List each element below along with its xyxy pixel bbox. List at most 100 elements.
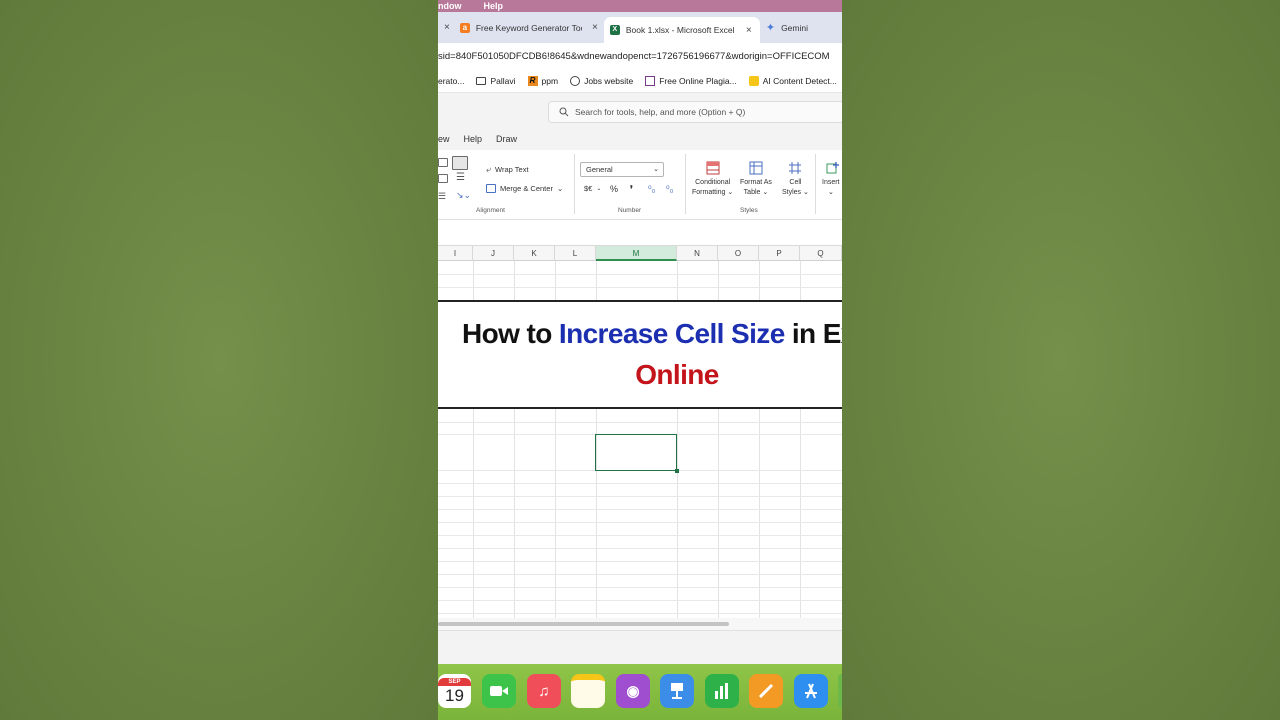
format-as-table-button[interactable]: Format As Table ⌄ — [740, 161, 772, 198]
column-header-m[interactable]: M — [596, 246, 677, 261]
browser-tab-strip: × a Free Keyword Generator Tool × X Book… — [438, 12, 842, 43]
grid-line — [438, 613, 842, 614]
title-part: in Ex — [791, 318, 842, 349]
ribbon-separator — [574, 154, 575, 214]
currency-label: $€ — [584, 184, 593, 193]
tab-title: Book 1.xlsx - Microsoft Excel — [625, 25, 735, 35]
column-header-i[interactable]: I — [438, 246, 473, 261]
bookmark-plagiarism[interactable]: Free Online Plagia... — [645, 76, 737, 86]
insert-button[interactable]: Insert ⌄ — [822, 161, 840, 198]
column-header-q[interactable]: Q — [800, 246, 842, 261]
bookmark-label: erato... — [438, 76, 465, 86]
column-header-p[interactable]: P — [759, 246, 800, 261]
bookmark-jobs[interactable]: Jobs website — [570, 76, 633, 86]
bookmark-generator[interactable]: erato... — [438, 76, 464, 86]
bookmark-ppm[interactable]: R ppm — [527, 76, 558, 86]
column-header-n[interactable]: N — [677, 246, 718, 261]
title-highlight: Increase Cell Size — [558, 318, 785, 349]
search-input[interactable]: Search for tools, help, and more (Option… — [548, 101, 842, 123]
chevron-down-icon: ⌄ — [556, 184, 564, 193]
insert-label: Insert — [822, 179, 840, 186]
format-as-table-icon — [749, 161, 763, 175]
wrap-text-button[interactable]: ⤶ Wrap Text — [486, 164, 529, 175]
pen-icon — [758, 683, 774, 699]
bookmarks-bar: erato... Pallavi R ppm Jobs website Free… — [438, 70, 842, 92]
column-header-j[interactable]: J — [473, 246, 514, 261]
ahrefs-icon: a — [459, 22, 470, 33]
cell-styles-button[interactable]: Cell Styles ⌄ — [782, 161, 809, 198]
gemini-icon: ✦ — [765, 22, 776, 34]
tab-keyword-generator[interactable]: a Free Keyword Generator Tool × — [454, 15, 604, 41]
horizontal-scrollbar[interactable] — [438, 618, 842, 630]
ribbon-tabs: ew Help Draw — [438, 128, 842, 150]
cell-styles-label-1: Cell — [789, 179, 802, 186]
column-header-o[interactable]: O — [718, 246, 759, 261]
orientation-icon[interactable]: ↘⌄ — [456, 190, 471, 201]
align-bottom-icon[interactable] — [452, 156, 468, 170]
globe-icon — [570, 76, 581, 86]
selected-cell[interactable] — [595, 434, 677, 471]
column-header-k[interactable]: K — [514, 246, 555, 261]
notes-app-icon[interactable] — [571, 674, 605, 708]
conditional-formatting-icon — [706, 161, 720, 175]
close-icon[interactable]: × — [592, 22, 598, 33]
grid-line — [438, 509, 842, 510]
tab-help[interactable]: Help — [464, 134, 483, 144]
music-app-icon[interactable]: ♫ — [527, 674, 561, 708]
calendar-app-icon[interactable]: SEP 19 — [438, 674, 471, 708]
decrease-decimal-icon[interactable]: ⁰₀ — [666, 184, 673, 195]
video-background-right — [842, 0, 1280, 720]
close-icon[interactable]: × — [746, 25, 752, 36]
app-store-icon[interactable] — [794, 674, 828, 708]
percent-button[interactable]: % — [610, 184, 618, 194]
title-line-1: How to Increase Cell Size in Ex — [462, 318, 842, 350]
align-left-icon[interactable] — [438, 174, 448, 183]
facetime-icon[interactable] — [482, 674, 516, 708]
partial-dock-icon[interactable] — [838, 674, 842, 708]
close-icon[interactable]: × — [444, 22, 450, 33]
tab-excel-book[interactable]: X Book 1.xlsx - Microsoft Excel × — [603, 17, 760, 43]
title-part: How to — [462, 318, 559, 349]
align-right-icon[interactable]: ☰ — [456, 172, 465, 183]
column-header-l[interactable]: L — [555, 246, 596, 261]
tab-gemini[interactable]: ✦ Gemini — [760, 15, 830, 41]
grid-line — [438, 535, 842, 536]
grid-line — [438, 483, 842, 484]
doc-icon — [645, 76, 656, 86]
podcasts-app-icon[interactable]: ◉ — [616, 674, 650, 708]
menu-help[interactable]: Help — [484, 0, 504, 12]
grid-line — [438, 600, 842, 601]
increase-decimal-icon[interactable]: ⁰₀ — [648, 184, 655, 195]
excel-header: Search for tools, help, and more (Option… — [438, 92, 842, 128]
tab-draw[interactable]: Draw — [496, 134, 517, 144]
ai-detect-icon — [748, 76, 759, 86]
merge-center-button[interactable]: Merge & Center ⌄ — [486, 184, 563, 193]
indent-icon[interactable]: ☰ — [438, 191, 446, 202]
prev-tab-close[interactable]: × — [438, 15, 454, 41]
scrollbar-thumb[interactable] — [438, 622, 729, 626]
calendar-day: 19 — [445, 686, 464, 705]
bookmark-label: Jobs website — [584, 76, 634, 86]
bookmark-ai-detect[interactable]: AI Content Detect... — [748, 76, 837, 86]
currency-button[interactable]: $€ ⌄ — [584, 184, 601, 193]
numbers-app-icon[interactable] — [705, 674, 739, 708]
conditional-formatting-button[interactable]: Conditional Formatting ⌄ — [692, 161, 733, 198]
ribbon-separator — [815, 154, 816, 214]
keynote-app-icon[interactable] — [660, 674, 694, 708]
grid-line — [438, 561, 842, 562]
app-store-a-icon — [805, 683, 817, 699]
number-format-select[interactable]: General ⌄ — [580, 162, 664, 177]
tab-review[interactable]: ew — [438, 134, 450, 144]
menu-window[interactable]: ndow — [438, 0, 462, 12]
grid-line — [438, 574, 842, 575]
fill-handle[interactable] — [675, 469, 679, 473]
address-bar[interactable]: sid=840F501050DFCDB6!8645&wdnewandopenct… — [438, 43, 842, 70]
merge-icon — [486, 184, 496, 193]
screen-recording: ndow Help × a Free Keyword Generator Too… — [438, 0, 842, 720]
cell-styles-label-2: Styles — [782, 189, 802, 196]
comma-style-button[interactable]: ❜ — [630, 184, 633, 195]
align-middle-icon[interactable] — [438, 158, 448, 167]
pages-app-icon[interactable] — [749, 674, 783, 708]
formula-bar[interactable] — [438, 220, 842, 246]
bookmark-pallavi[interactable]: Pallavi — [476, 76, 516, 86]
